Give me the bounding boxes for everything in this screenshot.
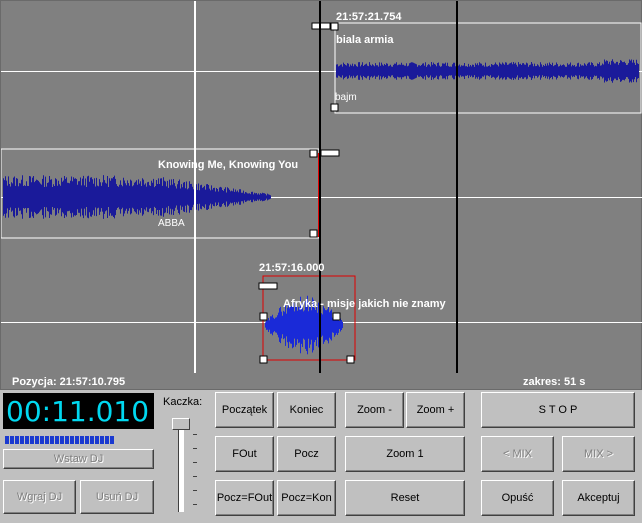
timeline-panel[interactable]: 21:57:21.754 biala armia bajm Knowing Me… — [0, 0, 642, 390]
track-2-start-handle — [309, 149, 318, 158]
load-dj-button[interactable]: Wgraj DJ — [3, 480, 76, 514]
level-segment — [20, 436, 24, 444]
track-2-waveform — [3, 175, 271, 219]
end-button[interactable]: Koniec — [277, 392, 336, 428]
slider-tick — [193, 504, 197, 505]
track-3-time: 21:57:16.000 — [259, 262, 325, 274]
level-segment — [15, 436, 19, 444]
level-segment — [90, 436, 94, 444]
mix-next-button[interactable]: MIX > — [562, 436, 635, 472]
track-3-handle — [259, 355, 268, 364]
level-segment — [65, 436, 69, 444]
stop-button[interactable]: S T O P — [481, 392, 635, 428]
remove-dj-button[interactable]: Usuń DJ — [80, 480, 154, 514]
track-3-handle — [332, 312, 341, 321]
track-1-waveform — [336, 59, 639, 83]
pocz-fout-button[interactable]: Pocz=FOut — [215, 480, 274, 516]
track-1-title: biala armia — [336, 34, 394, 46]
slider-tick — [193, 476, 197, 477]
level-segment — [25, 436, 29, 444]
position-readout: Pozycja: 21:57:10.795 — [12, 376, 126, 388]
time-display: 00:11.010 — [3, 393, 154, 429]
duck-slider-thumb[interactable] — [172, 418, 190, 430]
track-3-title: Afryka - misje jakich nie znamy — [283, 298, 446, 310]
level-segment — [5, 436, 9, 444]
reset-button[interactable]: Reset — [345, 480, 465, 516]
level-segment — [35, 436, 39, 444]
level-segment — [55, 436, 59, 444]
track-3-fade-handle — [258, 282, 278, 290]
track-3-handle — [346, 355, 355, 364]
duck-label: Kaczka: — [163, 396, 203, 408]
range-readout: zakres: 51 s — [523, 376, 586, 388]
track-2-end-handle — [309, 229, 318, 238]
track-1-artist: bajm — [335, 92, 357, 103]
track-1-end-handle — [330, 103, 339, 112]
level-segment — [30, 436, 34, 444]
control-panel: 00:11.010 Wstaw DJ Wgraj DJ Usuń DJ Kacz… — [0, 390, 642, 523]
level-segment — [75, 436, 79, 444]
pocz-button[interactable]: Pocz — [277, 436, 336, 472]
zoom-out-button[interactable]: Zoom - — [345, 392, 404, 428]
zoom-reset-button[interactable]: Zoom 1 — [345, 436, 465, 472]
mix-prev-button[interactable]: < MIX — [481, 436, 554, 472]
track-1-start-handle — [330, 22, 339, 31]
level-segment — [10, 436, 14, 444]
accept-button[interactable]: Akceptuj — [562, 480, 635, 516]
duck-slider-track[interactable] — [178, 424, 184, 512]
fout-button[interactable]: FOut — [215, 436, 274, 472]
level-segment — [45, 436, 49, 444]
track-3-block — [258, 275, 356, 364]
timeline-canvas[interactable] — [1, 1, 642, 391]
skip-button[interactable]: Opuść — [481, 480, 554, 516]
level-segment — [70, 436, 74, 444]
level-segment — [85, 436, 89, 444]
level-meter — [5, 436, 114, 444]
slider-tick — [193, 462, 197, 463]
level-segment — [60, 436, 64, 444]
level-segment — [40, 436, 44, 444]
start-button[interactable]: Początek — [215, 392, 274, 428]
level-segment — [50, 436, 54, 444]
level-segment — [80, 436, 84, 444]
insert-dj-button[interactable]: Wstaw DJ — [3, 449, 154, 469]
track-3-handle — [259, 312, 268, 321]
slider-tick — [193, 434, 197, 435]
slider-tick — [193, 490, 197, 491]
level-segment — [95, 436, 99, 444]
pocz-kon-button[interactable]: Pocz=Kon — [277, 480, 336, 516]
track-1-time: 21:57:21.754 — [336, 11, 402, 23]
level-segment — [100, 436, 104, 444]
level-segment — [105, 436, 109, 444]
track-2-title: Knowing Me, Knowing You — [158, 159, 299, 171]
track-2-artist: ABBA — [158, 218, 185, 229]
zoom-in-button[interactable]: Zoom + — [406, 392, 465, 428]
slider-tick — [193, 448, 197, 449]
track-2-fade-handle — [320, 149, 340, 157]
level-segment — [110, 436, 114, 444]
